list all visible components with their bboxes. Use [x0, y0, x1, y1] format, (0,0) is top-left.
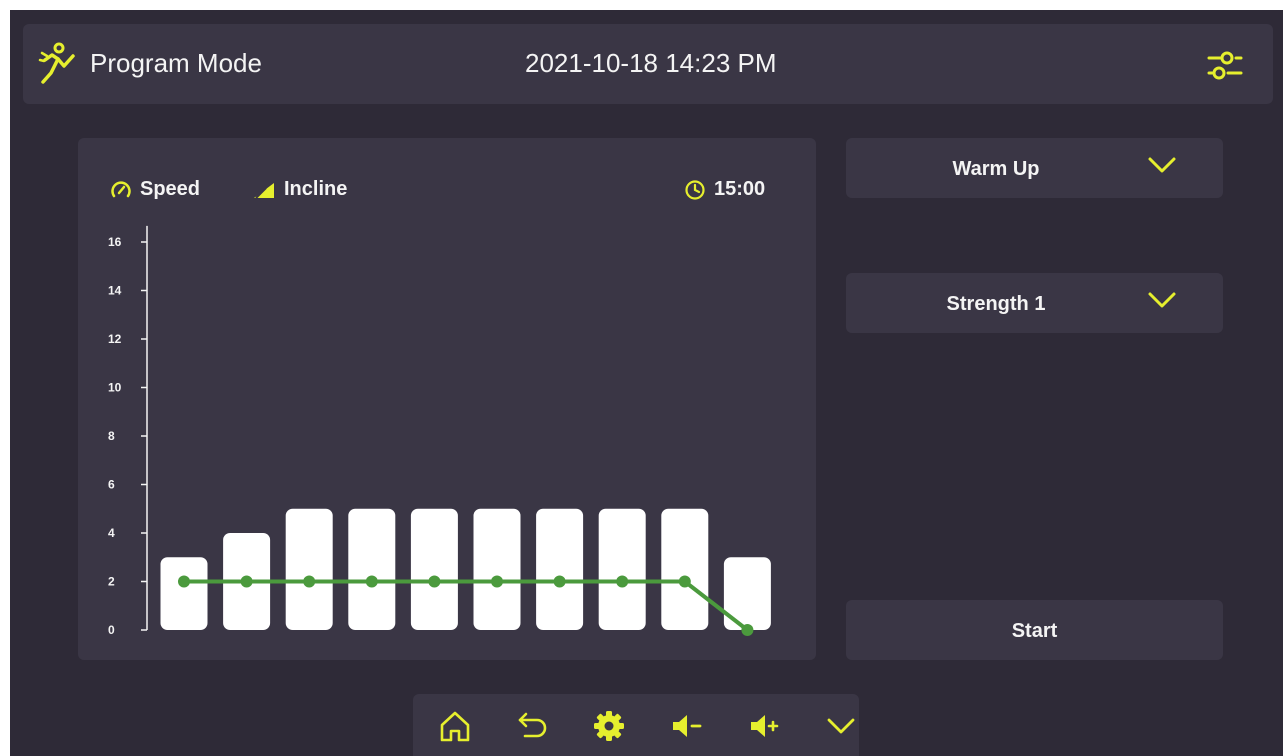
- chevron-down-icon: [1148, 157, 1176, 173]
- y-tick-label: 2: [108, 575, 115, 589]
- treadmill-screen: Program Mode 2021-10-18 14:23 PM Speed I…: [10, 10, 1283, 756]
- y-tick-label: 12: [108, 332, 122, 346]
- incline-bar: [473, 508, 521, 630]
- page-title: Program Mode: [90, 48, 262, 78]
- speed-point: [616, 575, 629, 588]
- level-select[interactable]: Strength 1: [846, 273, 1223, 333]
- y-tick-label: 16: [108, 235, 122, 249]
- incline-bar: [285, 508, 333, 630]
- date-time: 2021-10-18 14:23 PM: [525, 48, 777, 78]
- bottom-nav-bar: [413, 694, 859, 756]
- incline-bar: [661, 508, 709, 630]
- y-tick-label: 4: [108, 526, 115, 540]
- chevron-down-icon[interactable]: [823, 708, 859, 744]
- speed-point: [553, 575, 566, 588]
- y-tick-label: 0: [108, 623, 115, 637]
- speed-point: [365, 575, 378, 588]
- y-tick-label: 8: [108, 429, 115, 443]
- incline-bar: [410, 508, 458, 630]
- speed-point: [178, 575, 190, 588]
- speed-point: [741, 624, 754, 636]
- speed-point: [491, 575, 503, 588]
- y-tick-label: 10: [108, 381, 122, 395]
- speed-point: [303, 575, 316, 588]
- volume-down-icon[interactable]: [669, 708, 705, 744]
- incline-bar: [160, 557, 208, 630]
- program-profile-chart: 0 2 4 6 8 10 12 14 16: [108, 225, 771, 637]
- incline-bar: [536, 508, 584, 630]
- speed-point: [428, 575, 441, 588]
- start-button[interactable]: Start: [846, 600, 1223, 660]
- top-bar: Program Mode 2021-10-18 14:23 PM: [23, 24, 1273, 104]
- chevron-down-icon: [1148, 292, 1176, 308]
- y-tick-label: 6: [108, 478, 115, 492]
- level-select-value: Strength 1: [946, 293, 1046, 315]
- program-chart-card: Speed Incline 15:00 0 2 4 6 8 10 12 14 16: [78, 138, 816, 660]
- program-select-value: Warm Up: [952, 158, 1040, 180]
- program-select[interactable]: Warm Up: [846, 138, 1223, 198]
- sliders-icon[interactable]: [1206, 48, 1246, 82]
- incline-bar: [348, 508, 396, 630]
- start-button-label: Start: [1011, 620, 1058, 642]
- speed-point: [678, 575, 691, 588]
- speed-point: [240, 575, 253, 588]
- incline-bar: [598, 508, 646, 630]
- y-tick-label: 14: [108, 284, 122, 298]
- back-icon[interactable]: [515, 708, 551, 744]
- volume-up-icon[interactable]: [747, 708, 783, 744]
- gear-icon[interactable]: [591, 708, 627, 744]
- home-icon[interactable]: [437, 708, 473, 744]
- running-person-icon: [38, 42, 75, 84]
